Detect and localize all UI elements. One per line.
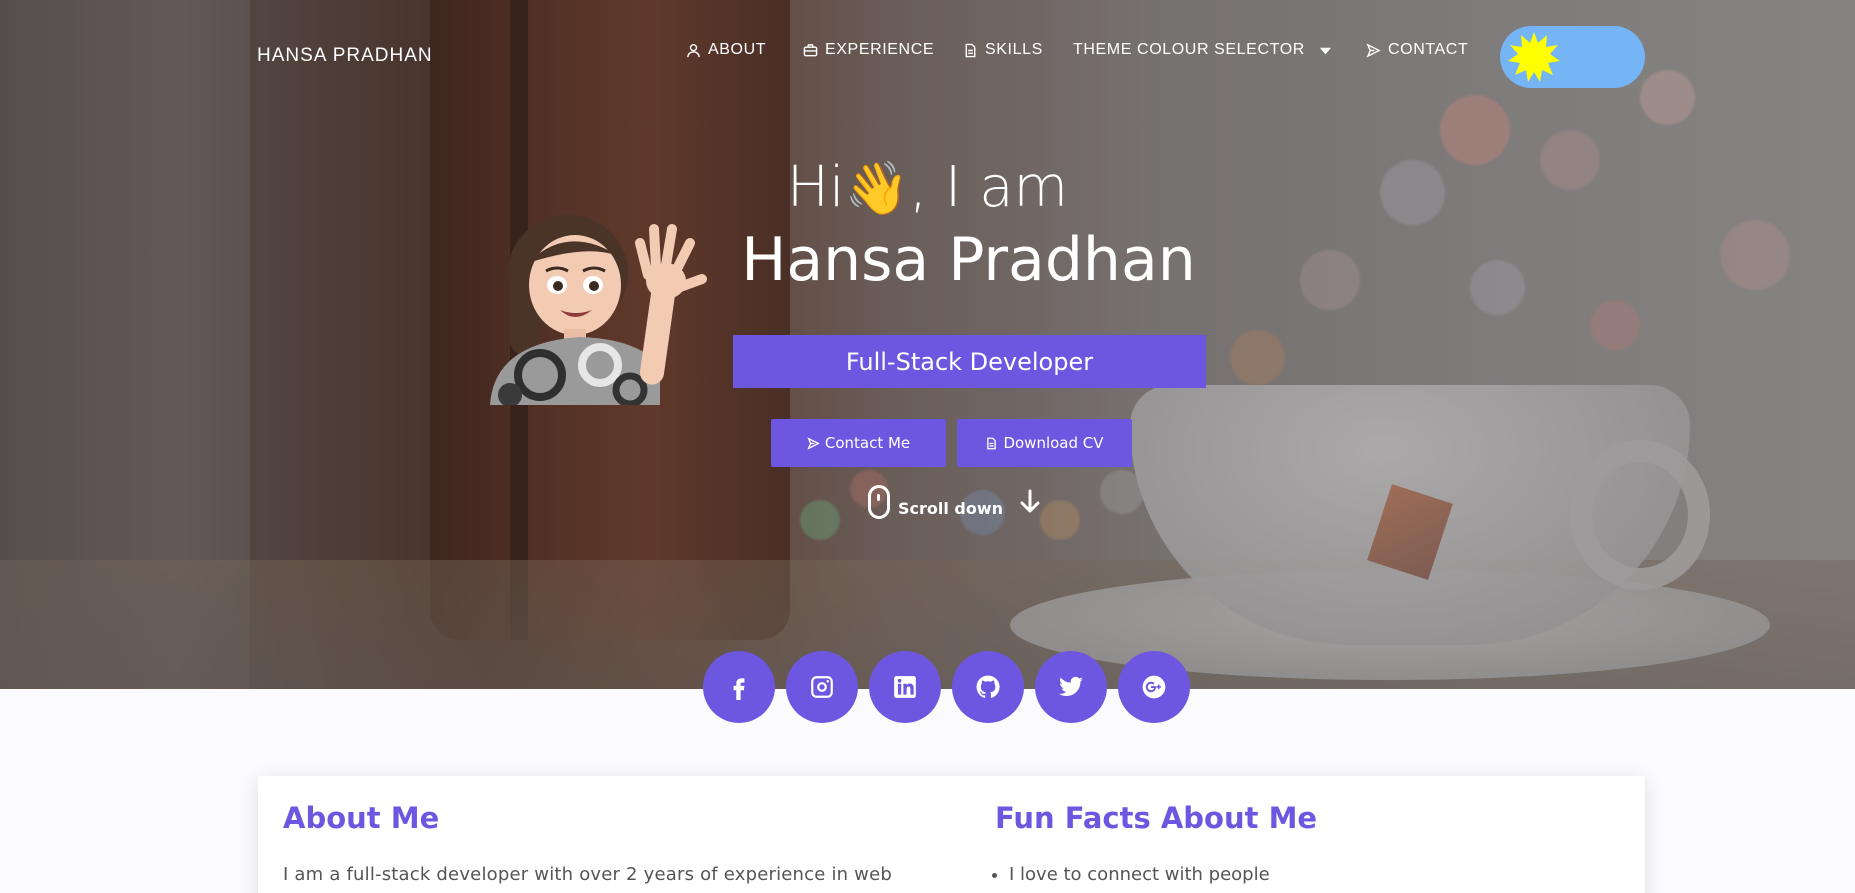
user-icon	[687, 43, 700, 57]
document-icon	[987, 437, 997, 449]
linkedin-icon	[894, 676, 916, 698]
nav-about[interactable]: ABOUT	[686, 41, 766, 59]
scroll-down-link[interactable]: Scroll down	[868, 485, 1041, 519]
nav-experience-label: EXPERIENCE	[825, 41, 935, 58]
google-plus-icon	[1142, 675, 1166, 699]
nav-contact-label: CONTACT	[1388, 41, 1469, 58]
about-title: About Me	[283, 801, 440, 835]
waving-hand-icon: 👋	[844, 159, 910, 219]
social-links	[703, 651, 1190, 723]
send-icon	[1366, 42, 1381, 58]
fun-facts-list: I love to connect with people	[995, 864, 1270, 885]
list-item: I love to connect with people	[1009, 864, 1270, 885]
github-link[interactable]	[952, 651, 1024, 723]
nav-about-label: ABOUT	[708, 41, 767, 58]
role-banner: Full-Stack Developer	[733, 335, 1206, 388]
greeting-suffix: , I am	[909, 155, 1069, 220]
document-icon	[965, 43, 976, 57]
sun-icon	[1508, 32, 1560, 82]
nav-contact[interactable]: CONTACT	[1366, 41, 1468, 59]
instagram-icon	[811, 676, 833, 698]
hero-greeting: Hi👋, I am	[0, 155, 1855, 220]
github-icon	[976, 675, 1000, 698]
about-card: About Me I am a full-stack developer wit…	[258, 776, 1645, 893]
google-plus-link[interactable]	[1118, 651, 1190, 723]
instagram-link[interactable]	[786, 651, 858, 723]
brand-logo[interactable]: HANSA PRADHAN	[257, 45, 433, 67]
fun-facts-title: Fun Facts About Me	[995, 801, 1318, 835]
facebook-icon	[733, 678, 745, 700]
theme-toggle[interactable]	[1500, 26, 1645, 88]
nav-theme-selector[interactable]: THEME COLOUR SELECTOR	[1073, 41, 1333, 59]
twitter-link[interactable]	[1035, 651, 1107, 723]
caret-down-icon	[1319, 47, 1332, 54]
send-icon	[807, 436, 820, 450]
briefcase-icon	[803, 43, 818, 56]
hero-name: Hansa Pradhan	[741, 225, 1196, 295]
contact-me-button[interactable]: Contact Me	[771, 419, 946, 467]
nav-skills[interactable]: SKILLS	[963, 41, 1043, 59]
contact-me-label: Contact Me	[824, 434, 911, 452]
mouse-icon	[868, 485, 890, 519]
nav-theme-selector-label: THEME COLOUR SELECTOR	[1073, 41, 1305, 58]
facebook-link[interactable]	[703, 651, 775, 723]
greeting-prefix: Hi	[786, 155, 845, 220]
nav-skills-label: SKILLS	[985, 41, 1043, 58]
scroll-down-label: Scroll down	[898, 498, 1004, 518]
twitter-icon	[1059, 676, 1083, 696]
about-text: I am a full-stack developer with over 2 …	[283, 864, 892, 885]
linkedin-link[interactable]	[869, 651, 941, 723]
arrow-down-icon	[1020, 489, 1040, 513]
download-cv-button[interactable]: Download CV	[957, 419, 1132, 467]
nav-experience[interactable]: EXPERIENCE	[803, 41, 934, 59]
download-cv-label: Download CV	[1003, 434, 1104, 452]
